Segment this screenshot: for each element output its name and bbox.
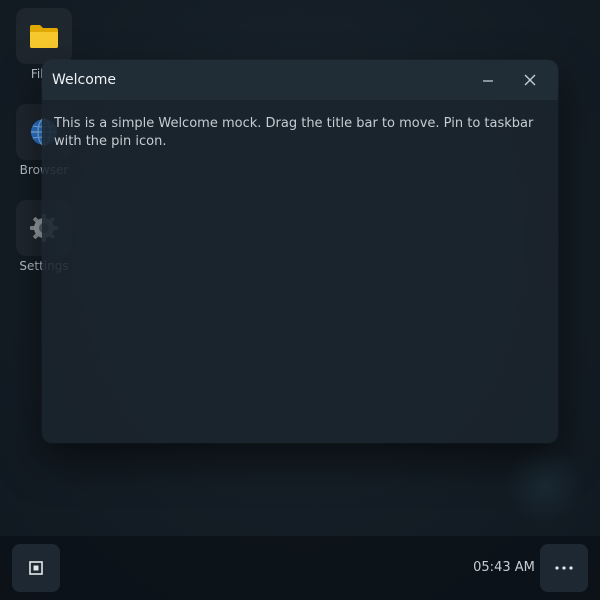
window-body-text: This is a simple Welcome mock. Drag the … <box>54 116 534 149</box>
close-button[interactable] <box>515 66 545 94</box>
close-icon <box>524 74 536 86</box>
minimize-icon <box>483 80 493 82</box>
background-glow <box>505 445 585 525</box>
window-titlebar[interactable]: Welcome <box>42 60 558 100</box>
minimize-button[interactable] <box>473 66 503 94</box>
more-dots-icon <box>555 566 573 570</box>
files-tile[interactable] <box>16 8 72 64</box>
start-square-icon <box>29 561 43 575</box>
taskbar-clock: 05:43 AM <box>473 560 535 575</box>
start-button[interactable] <box>12 544 60 592</box>
taskbar: 05:43 AM <box>0 536 600 600</box>
window-title: Welcome <box>52 72 117 88</box>
overflow-menu-button[interactable] <box>540 544 588 592</box>
welcome-window[interactable]: Welcome This is a simple Welcome mock. D… <box>42 60 558 443</box>
folder-icon <box>30 25 58 48</box>
